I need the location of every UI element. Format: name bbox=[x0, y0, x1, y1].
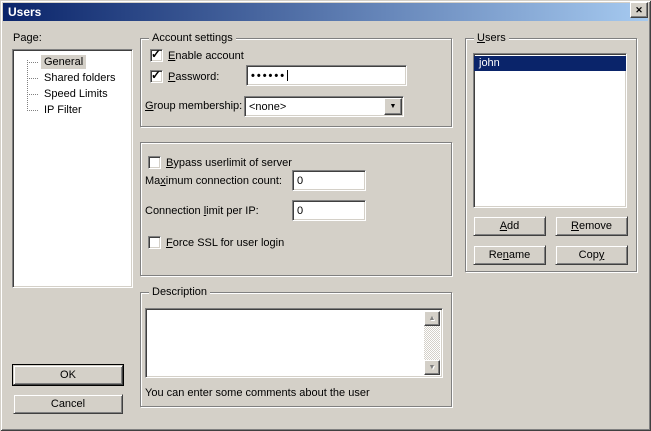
page-tree-item[interactable]: IP Filter bbox=[13, 102, 132, 118]
scroll-down-icon: ▼ bbox=[429, 364, 436, 371]
dropdown-arrow-icon: ▼ bbox=[390, 103, 397, 110]
users-group-title: Users bbox=[474, 32, 509, 45]
enable-account-checkbox[interactable]: ✓ bbox=[150, 49, 163, 62]
page-tree-item[interactable]: Speed Limits bbox=[13, 86, 132, 102]
bypass-userlimit-label[interactable]: Bypass userlimit of server bbox=[166, 157, 292, 170]
max-connection-value: 0 bbox=[297, 175, 303, 187]
tree-branch-line bbox=[27, 62, 38, 63]
scroll-down-button[interactable]: ▼ bbox=[424, 360, 440, 375]
connection-per-ip-input[interactable]: 0 bbox=[292, 200, 366, 221]
description-hint: You can enter some comments about the us… bbox=[145, 387, 370, 400]
scroll-up-button[interactable]: ▲ bbox=[424, 311, 440, 326]
description-scrollbar[interactable]: ▲ ▼ bbox=[424, 311, 440, 375]
force-ssl-checkbox[interactable]: ✓ bbox=[148, 236, 161, 249]
account-settings-group-title: Account settings bbox=[149, 32, 236, 45]
password-label[interactable]: Password: bbox=[168, 71, 219, 84]
description-group-title: Description bbox=[149, 286, 210, 299]
password-input[interactable]: •••••• bbox=[246, 65, 407, 86]
copy-user-button[interactable]: Copy bbox=[555, 245, 628, 265]
ok-button[interactable]: OK bbox=[13, 365, 123, 385]
bypass-userlimit-checkbox[interactable]: ✓ bbox=[148, 156, 161, 169]
rename-user-button[interactable]: Rename bbox=[473, 245, 546, 265]
tree-branch-line bbox=[27, 110, 38, 111]
add-user-button[interactable]: Add bbox=[473, 216, 546, 236]
max-connection-label: Maximum connection count: bbox=[145, 175, 282, 188]
password-checkbox[interactable]: ✓ bbox=[150, 70, 163, 83]
page-tree-item[interactable]: Shared folders bbox=[13, 70, 132, 86]
check-icon: ✓ bbox=[151, 68, 161, 82]
password-value: •••••• bbox=[251, 70, 286, 82]
connection-per-ip-label: Connection limit per IP: bbox=[145, 205, 259, 218]
page-label: Page: bbox=[13, 32, 42, 45]
page-tree-item[interactable]: General bbox=[13, 54, 132, 70]
max-connection-input[interactable]: 0 bbox=[292, 170, 366, 191]
scroll-up-icon: ▲ bbox=[429, 315, 436, 322]
group-membership-select[interactable]: <none> ▼ bbox=[244, 96, 404, 117]
text-caret bbox=[287, 70, 288, 81]
user-list-item[interactable]: john bbox=[474, 56, 626, 71]
users-list: john bbox=[473, 53, 627, 208]
combo-arrow-button[interactable]: ▼ bbox=[384, 98, 402, 115]
page-tree: General Shared folders Speed Limits IP F… bbox=[12, 49, 133, 288]
connection-per-ip-value: 0 bbox=[297, 205, 303, 217]
check-icon: ✓ bbox=[151, 47, 161, 61]
cancel-button[interactable]: Cancel bbox=[13, 394, 123, 414]
enable-account-label[interactable]: Enable account bbox=[168, 50, 244, 63]
tree-branch-line bbox=[27, 94, 38, 95]
close-icon: ✕ bbox=[635, 6, 643, 15]
tree-branch-line bbox=[27, 78, 38, 79]
force-ssl-label[interactable]: Force SSL for user login bbox=[166, 237, 284, 250]
users-dialog: Users ✕ Page: General Shared folders Spe… bbox=[0, 0, 651, 431]
titlebar: Users bbox=[3, 3, 648, 21]
group-membership-label: Group membership: bbox=[145, 100, 242, 113]
group-membership-value: <none> bbox=[249, 100, 286, 114]
remove-user-button[interactable]: Remove bbox=[555, 216, 628, 236]
description-textarea[interactable]: ▲ ▼ bbox=[145, 308, 443, 378]
close-button[interactable]: ✕ bbox=[630, 2, 648, 18]
window-title: Users bbox=[8, 5, 41, 19]
